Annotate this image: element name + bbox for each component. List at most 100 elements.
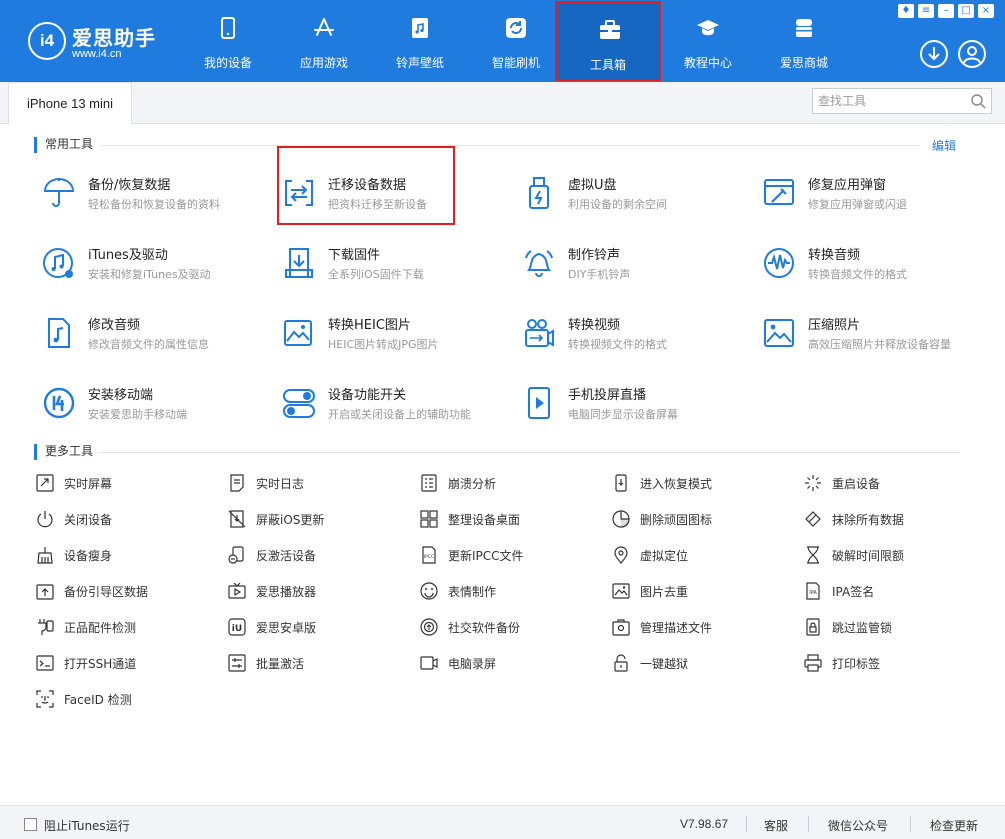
more-tool-faceid-check[interactable]: FaceID 检测 — [36, 688, 206, 710]
more-tool-crash-analysis[interactable]: 崩溃分析 — [420, 472, 590, 494]
refresh-icon — [506, 18, 526, 38]
nav-label: 我的设备 — [203, 56, 252, 70]
more-tool-realtime-screen[interactable]: 实时屏幕 — [36, 472, 206, 494]
more-tool-backup-boot[interactable]: 备份引导区数据 — [36, 580, 206, 602]
user-account-button[interactable] — [958, 40, 986, 68]
broom-icon — [37, 547, 53, 564]
more-tool-label: 打印标签 — [832, 657, 881, 671]
tool-desc: 高效压缩照片并释放设备容量 — [808, 338, 951, 351]
nav-label: 铃声壁纸 — [395, 56, 444, 70]
nav-label: 爱思商城 — [779, 56, 828, 70]
tool-make-ringtone[interactable]: 制作铃声 DIY手机铃声 — [522, 242, 752, 288]
more-tool-label: 爱思播放器 — [256, 585, 317, 599]
nav-shop[interactable]: 爱思商城 — [756, 0, 852, 82]
skin-button[interactable]: ♦ — [898, 4, 914, 18]
more-tool-label: 表情制作 — [448, 585, 497, 599]
more-tool-image-dedupe[interactable]: 图片去重 — [612, 580, 782, 602]
more-tool-screen-record[interactable]: 电脑录屏 — [420, 652, 590, 674]
more-tool-i4-player[interactable]: 爱思播放器 — [228, 580, 398, 602]
nav-label: 教程中心 — [683, 56, 732, 70]
search-input[interactable] — [818, 91, 966, 111]
svg-text:iU: iU — [232, 624, 242, 634]
more-tool-print-label[interactable]: 打印标签 — [804, 652, 974, 674]
more-tool-accessory-check[interactable]: 正品配件检测 — [36, 616, 206, 638]
title-bar: i4 爱思助手 www.i4.cn 我的设备 应用游戏 铃声壁纸 智能刷机 工具… — [0, 0, 1005, 82]
ipa-sign-icon: IPA — [806, 582, 820, 600]
image-dedupe-icon — [612, 583, 630, 599]
tool-desc: 轻松备份和恢复设备的资料 — [88, 198, 220, 211]
more-tool-shutdown[interactable]: 关闭设备 — [36, 508, 206, 530]
edit-link[interactable]: 编辑 — [932, 137, 956, 154]
menu-button[interactable]: ≡ — [918, 4, 934, 18]
more-tool-block-ios-update[interactable]: 屏蔽iOS更新 — [228, 508, 398, 530]
search-box[interactable] — [812, 88, 992, 114]
screen-record-icon — [420, 656, 438, 670]
nav-my-device[interactable]: 我的设备 — [180, 0, 276, 82]
more-tool-label: 虚拟定位 — [640, 549, 689, 563]
faceid-icon — [36, 690, 54, 708]
close-button[interactable]: × — [978, 4, 994, 18]
nav-label: 智能刷机 — [491, 56, 540, 70]
more-tool-recovery-mode[interactable]: 进入恢复模式 — [612, 472, 782, 494]
tool-screen-mirror[interactable]: 手机投屏直播 电脑同步显示设备屏幕 — [522, 382, 752, 428]
check-update-link[interactable]: 检查更新 — [930, 817, 978, 834]
more-tool-social-backup[interactable]: 社交软件备份 — [420, 616, 590, 638]
minimize-button[interactable]: – — [938, 4, 954, 18]
tool-convert-heic[interactable]: 转换HEIC图片 HEIC图片转成JPG图片 — [282, 312, 512, 358]
phone-icon — [221, 17, 235, 39]
more-tool-ipa-sign[interactable]: IPA IPA签名 — [804, 580, 974, 602]
tool-convert-video[interactable]: 转换视频 转换视频文件的格式 — [522, 312, 752, 358]
nav-toolbox[interactable]: 工具箱 — [555, 1, 661, 81]
download-button[interactable] — [920, 40, 948, 68]
tool-backup-restore[interactable]: 备份/恢复数据 轻松备份和恢复设备的资料 — [42, 172, 272, 218]
tool-edit-audio[interactable]: 修改音频 修改音频文件的属性信息 — [42, 312, 272, 358]
delete-icon-icon — [612, 510, 630, 528]
more-tool-emoji-maker[interactable]: 表情制作 — [420, 580, 590, 602]
more-tool-open-ssh[interactable]: 打开SSH通道 — [36, 652, 206, 674]
i4-android-icon: iU — [228, 618, 246, 636]
more-tool-delete-stubborn-icons[interactable]: 删除顽固图标 — [612, 508, 782, 530]
tool-virtual-udisk[interactable]: 虚拟U盘 利用设备的剩余空间 — [522, 172, 752, 218]
maximize-button[interactable]: □ — [958, 4, 974, 18]
version-label: V7.98.67 — [680, 817, 729, 831]
more-tool-batch-activate[interactable]: 批量激活 — [228, 652, 398, 674]
device-tab[interactable]: iPhone 13 mini — [8, 82, 132, 125]
tool-install-mobile[interactable]: 安装移动端 安装爱思助手移动端 — [42, 382, 272, 428]
tv-player-icon — [228, 582, 246, 599]
nav-ringtones-wallpapers[interactable]: 铃声壁纸 — [372, 0, 468, 82]
nav-apps-games[interactable]: 应用游戏 — [276, 0, 372, 82]
customer-service-link[interactable]: 客服 — [764, 817, 788, 834]
nav-tutorials[interactable]: 教程中心 — [660, 0, 756, 82]
more-tool-label: 更新IPCC文件 — [448, 549, 524, 563]
more-tool-crack-time-limit[interactable]: 破解时间限额 — [804, 544, 974, 566]
wechat-link[interactable]: 微信公众号 — [828, 817, 888, 834]
nav-smart-flash[interactable]: 智能刷机 — [468, 0, 564, 82]
block-itunes-checkbox[interactable] — [24, 818, 37, 831]
more-tool-jailbreak[interactable]: 一键越狱 — [612, 652, 782, 674]
tool-fix-app-popup[interactable]: 修复应用弹窗 修复应用弹窗或闪退 — [762, 172, 992, 218]
more-tool-label: 整理设备桌面 — [448, 513, 521, 527]
more-tool-manage-profiles[interactable]: 管理描述文件 — [612, 616, 782, 638]
tool-device-switches[interactable]: 设备功能开关 开启或关闭设备上的辅助功能 — [282, 382, 512, 428]
tool-compress-photo[interactable]: 压缩照片 高效压缩照片并释放设备容量 — [762, 312, 992, 358]
more-tool-label: 备份引导区数据 — [64, 585, 149, 599]
tool-title: 手机投屏直播 — [568, 388, 647, 403]
tool-desc: DIY手机铃声 — [568, 268, 631, 281]
more-tool-label: 设备瘦身 — [64, 549, 113, 563]
more-tool-deactivate[interactable]: 反激活设备 — [228, 544, 398, 566]
more-tool-update-ipcc[interactable]: IPCC 更新IPCC文件 — [420, 544, 590, 566]
tool-itunes-driver[interactable]: iTunes及驱动 安装和修复iTunes及驱动 — [42, 242, 272, 288]
more-tool-realtime-log[interactable]: 实时日志 — [228, 472, 398, 494]
more-tool-virtual-location[interactable]: 虚拟定位 — [612, 544, 782, 566]
more-tool-erase-all-data[interactable]: 抹除所有数据 — [804, 508, 974, 530]
footer-divider — [910, 816, 911, 832]
tool-download-firmware[interactable]: 下载固件 全系列iOS固件下载 — [282, 242, 512, 288]
more-tool-i4-android[interactable]: iU 爱思安卓版 — [228, 616, 398, 638]
more-tool-organize-desktop[interactable]: 整理设备桌面 — [420, 508, 590, 530]
more-tool-skip-supervision[interactable]: 跳过监管锁 — [804, 616, 974, 638]
tool-convert-audio[interactable]: 转换音频 转换音频文件的格式 — [762, 242, 992, 288]
search-icon[interactable] — [970, 93, 986, 109]
more-tool-device-slim[interactable]: 设备瘦身 — [36, 544, 206, 566]
more-tool-restart[interactable]: 重启设备 — [804, 472, 974, 494]
realtime-screen-icon — [36, 474, 54, 492]
